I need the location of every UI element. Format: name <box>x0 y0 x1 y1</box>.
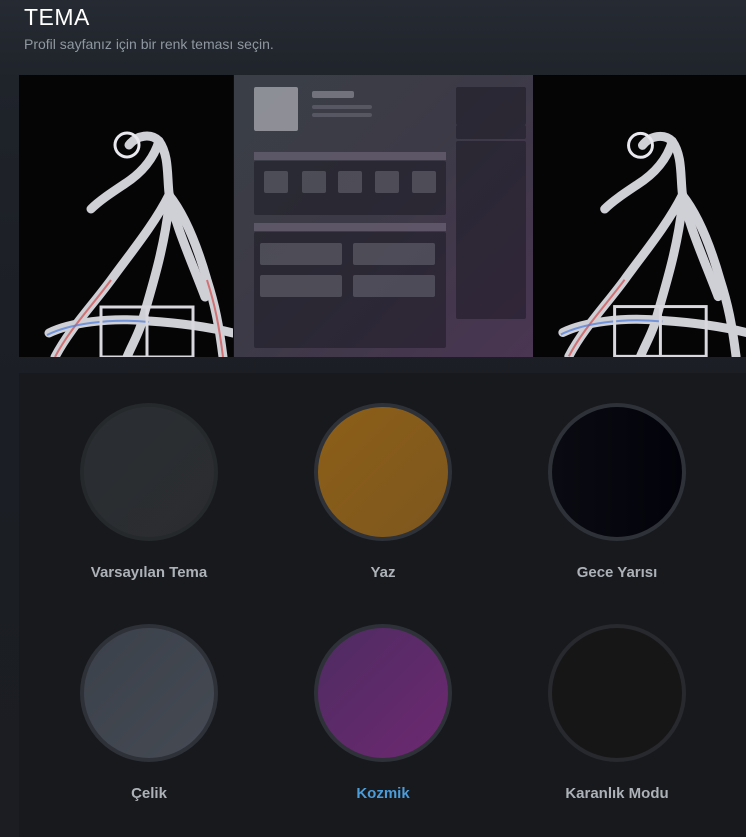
theme-preview <box>19 75 746 357</box>
theme-swatch-karanlik-modu[interactable] <box>548 624 686 762</box>
theme-color-gece-yarisi <box>552 407 682 537</box>
theme-label-gece-yarisi[interactable]: Gece Yarısı <box>517 564 717 581</box>
profile-layout-mockup <box>234 75 533 357</box>
theme-label-celik[interactable]: Çelik <box>49 785 249 802</box>
theme-swatch-default[interactable] <box>80 403 218 541</box>
background-artwork-right <box>533 75 746 357</box>
theme-label-karanlik-modu[interactable]: Karanlık Modu <box>517 785 717 802</box>
theme-title: TEMA <box>24 4 90 30</box>
theme-label-yaz[interactable]: Yaz <box>283 564 483 581</box>
background-artwork-left <box>19 75 233 357</box>
theme-color-default <box>84 407 214 537</box>
theme-color-karanlik-modu <box>552 628 682 758</box>
theme-swatch-gece-yarisi[interactable] <box>548 403 686 541</box>
theme-swatch-yaz[interactable] <box>314 403 452 541</box>
theme-swatch-celik[interactable] <box>80 624 218 762</box>
theme-label-default[interactable]: Varsayılan Tema <box>49 564 249 581</box>
theme-swatch-kozmik[interactable] <box>314 624 452 762</box>
theme-options-panel: Varsayılan Tema Yaz Gece Yarısı Çelik Ko… <box>19 373 746 837</box>
theme-color-kozmik <box>318 628 448 758</box>
theme-color-yaz <box>318 407 448 537</box>
theme-label-kozmik[interactable]: Kozmik <box>283 785 483 802</box>
theme-subtitle: Profil sayfanız için bir renk teması seç… <box>24 36 274 52</box>
theme-color-celik <box>84 628 214 758</box>
